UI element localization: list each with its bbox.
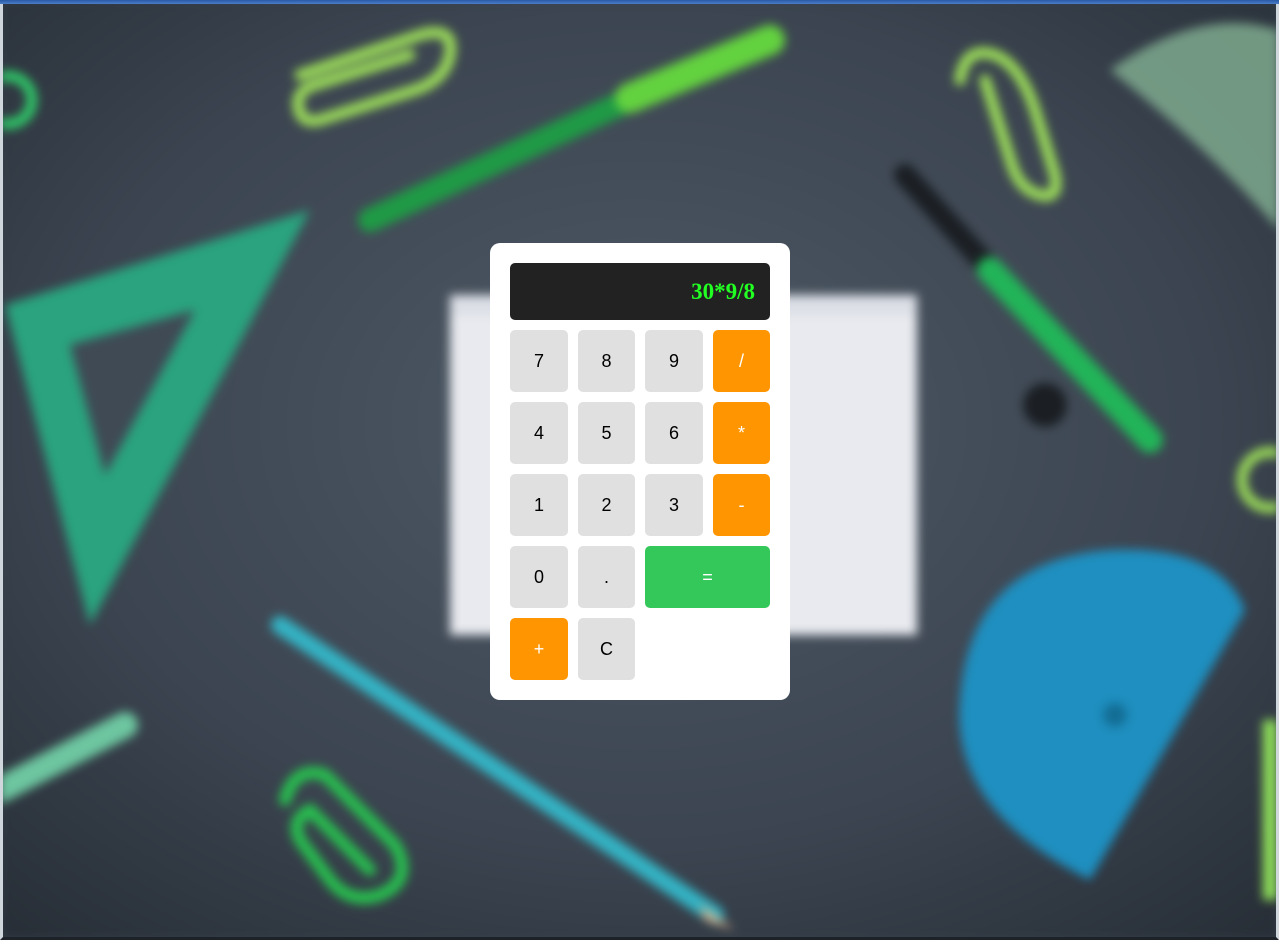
calculator-panel: 30*9/8 7 8 9 / 4 5 6 * 1 2 3 - 0 . = + C [490, 243, 790, 700]
equals-key[interactable]: = [645, 546, 770, 608]
add-key[interactable]: + [510, 618, 568, 680]
window-top-strip [0, 0, 1279, 4]
key-1[interactable]: 1 [510, 474, 568, 536]
subtract-key[interactable]: - [713, 474, 770, 536]
key-5[interactable]: 5 [578, 402, 635, 464]
decimal-key[interactable]: . [578, 546, 635, 608]
app-viewport: 30*9/8 7 8 9 / 4 5 6 * 1 2 3 - 0 . = + C [0, 0, 1279, 940]
multiply-key[interactable]: * [713, 402, 770, 464]
clear-key[interactable]: C [578, 618, 635, 680]
key-7[interactable]: 7 [510, 330, 568, 392]
calculator-keypad: 7 8 9 / 4 5 6 * 1 2 3 - 0 . = + C [510, 330, 770, 680]
key-9[interactable]: 9 [645, 330, 703, 392]
key-4[interactable]: 4 [510, 402, 568, 464]
key-0[interactable]: 0 [510, 546, 568, 608]
calculator-display: 30*9/8 [510, 263, 770, 320]
key-6[interactable]: 6 [645, 402, 703, 464]
divide-key[interactable]: / [713, 330, 770, 392]
key-8[interactable]: 8 [578, 330, 635, 392]
key-3[interactable]: 3 [645, 474, 703, 536]
key-2[interactable]: 2 [578, 474, 635, 536]
